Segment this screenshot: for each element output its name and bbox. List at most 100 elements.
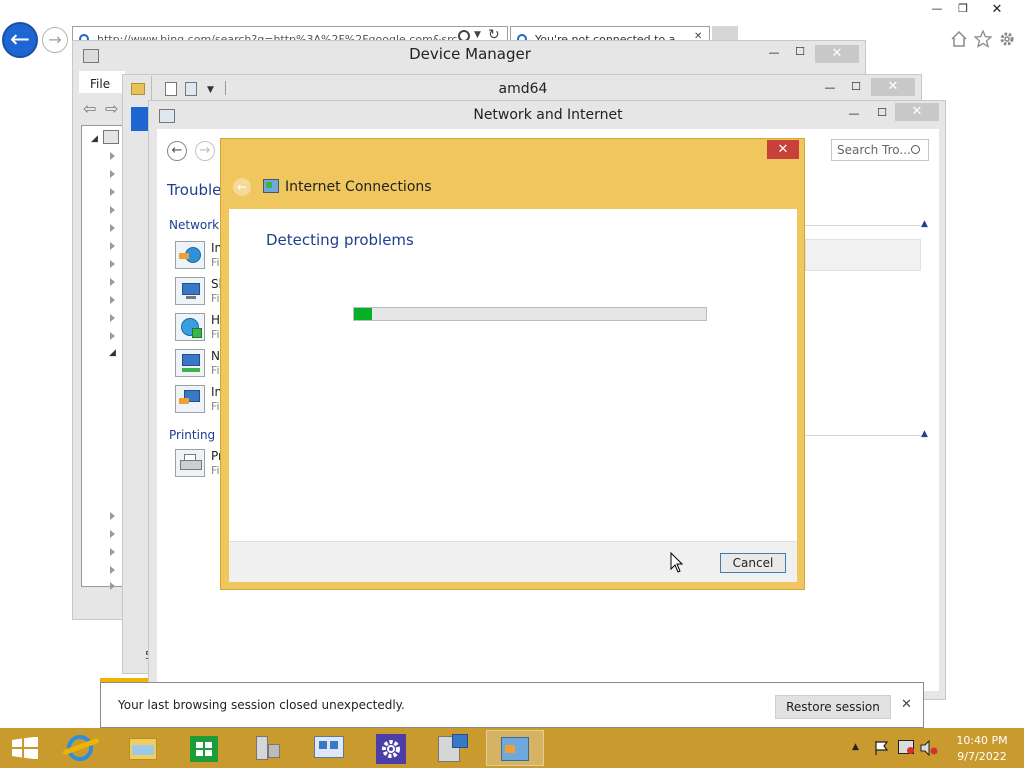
network-status-icon[interactable] (898, 740, 914, 754)
troubleshooter-dialog: ✕ ← Internet Connections Detecting probl… (220, 138, 805, 590)
tree-expand-icon[interactable] (110, 206, 115, 214)
menu-file[interactable]: File (90, 77, 110, 91)
home-icon[interactable] (950, 30, 968, 48)
section-divider (805, 435, 921, 436)
back-arrow-icon: ← (9, 25, 31, 53)
clock-time[interactable]: 10:40 PM (950, 734, 1014, 747)
dialog-back-button[interactable]: ← (233, 178, 251, 196)
minimize-button[interactable]: — (823, 81, 837, 94)
tree-expand-icon[interactable] (110, 278, 115, 286)
taskbar-device-manager-button[interactable] (238, 730, 296, 766)
tree-expand-icon[interactable] (110, 152, 115, 160)
item-subtitle: Fi (211, 292, 220, 305)
minimize-button[interactable]: — (847, 107, 861, 120)
taskbar-store-button[interactable] (176, 730, 234, 766)
network-adapter-icon (175, 349, 205, 377)
collapse-icon[interactable]: ▲ (921, 429, 928, 439)
forward-button[interactable]: → (42, 27, 68, 53)
dialog-content: Detecting problems Cancel (229, 209, 797, 582)
search-placeholder: Search Tro... (837, 143, 911, 157)
section-network: Network (169, 218, 220, 232)
item-subtitle: Fi (211, 256, 220, 269)
internet-connections-icon (175, 241, 205, 269)
dialog-footer: Cancel (229, 541, 797, 582)
dialog-close-button[interactable]: ✕ (767, 140, 799, 159)
back-button[interactable]: ← (2, 22, 38, 58)
search-box[interactable]: Search Tro... (831, 139, 929, 161)
taskbar-network-button[interactable] (300, 730, 358, 766)
tree-expand-icon[interactable] (110, 512, 115, 520)
item-title: N (211, 349, 220, 363)
window-title: Device Manager (409, 45, 531, 63)
minimize-button[interactable]: — (767, 46, 781, 59)
item-title: H (211, 313, 221, 327)
tree-expand-icon[interactable] (110, 548, 115, 556)
tree-expanded-icon[interactable]: ◢ (109, 348, 116, 358)
back-arrow-icon[interactable]: ⇦ (83, 99, 96, 118)
taskbar: ▲ 10:40 PM 9/7/2022 (0, 728, 1024, 768)
clock-date[interactable]: 9/7/2022 (950, 750, 1014, 763)
back-button[interactable]: ← (167, 141, 187, 161)
restore-session-button[interactable]: Restore session (775, 695, 891, 719)
tree-expand-icon[interactable] (110, 170, 115, 178)
tree-expand-icon[interactable] (110, 188, 115, 196)
tree-expand-icon[interactable] (110, 566, 115, 574)
taskbar-settings-button[interactable] (362, 730, 420, 766)
volume-muted-icon[interactable] (920, 740, 938, 756)
cancel-button[interactable]: Cancel (720, 553, 786, 573)
close-button[interactable]: ✕ (815, 45, 859, 63)
taskbar-ie-button[interactable] (52, 730, 110, 766)
ribbon-file-tab[interactable] (131, 107, 149, 131)
tray-overflow-icon[interactable]: ▲ (852, 742, 859, 752)
gear-icon (382, 740, 400, 758)
incoming-connections-icon (175, 385, 205, 413)
notification-message: Your last browsing session closed unexpe… (118, 698, 405, 712)
tree-expand-icon[interactable] (110, 296, 115, 304)
item-subtitle: Fi (211, 464, 220, 477)
collapse-icon[interactable]: ▲ (921, 219, 928, 229)
progress-fill (354, 308, 372, 320)
taskbar-troubleshooter-button[interactable] (486, 730, 544, 766)
shared-folders-icon (175, 277, 205, 305)
search-icon[interactable] (911, 145, 920, 154)
taskbar-explorer-button[interactable] (114, 730, 172, 766)
item-subtitle: Fi (211, 328, 220, 341)
maximize-button[interactable]: ☐ (849, 80, 863, 93)
maximize-button[interactable]: ☐ (875, 106, 889, 119)
start-windows-icon[interactable] (12, 737, 38, 759)
window-title: Network and Internet (473, 107, 623, 123)
notification-close-button[interactable]: ✕ (901, 697, 912, 712)
dialog-message: Detecting problems (266, 231, 414, 249)
tree-expand-icon[interactable] (110, 332, 115, 340)
forward-arrow-icon: → (48, 30, 62, 49)
window-title: amd64 (498, 81, 548, 97)
maximize-button[interactable]: ☐ (793, 45, 807, 58)
section-divider (805, 225, 921, 226)
forward-arrow-icon[interactable]: ⇨ (105, 99, 118, 118)
minimize-button[interactable]: — (928, 2, 946, 15)
close-button[interactable]: ✕ (871, 78, 915, 96)
tree-expand-icon[interactable] (110, 530, 115, 538)
tree-expanded-icon[interactable]: ◢ (91, 134, 98, 144)
tree-expand-icon[interactable] (110, 224, 115, 232)
internet-connections-icon (263, 179, 279, 193)
item-subtitle: Fi (211, 364, 220, 377)
taskbar-install-button[interactable] (424, 730, 482, 766)
item-subtitle: Fi (211, 400, 220, 413)
close-button[interactable]: ✕ (986, 2, 1008, 17)
tree-expand-icon[interactable] (110, 260, 115, 268)
close-button[interactable]: ✕ (895, 103, 939, 121)
dropdown-icon[interactable]: ▼ (474, 30, 481, 40)
section-printing: Printing (169, 428, 216, 442)
tree-expand-icon[interactable] (110, 314, 115, 322)
gear-icon[interactable] (998, 30, 1016, 48)
tree-expand-icon[interactable] (110, 242, 115, 250)
homegroup-icon (175, 313, 205, 341)
computer-icon (103, 130, 119, 144)
action-center-flag-icon[interactable] (874, 740, 890, 756)
selected-item-highlight (805, 239, 921, 271)
star-icon[interactable] (974, 30, 992, 48)
forward-button[interactable]: → (195, 141, 215, 161)
restore-button[interactable]: ❐ (954, 2, 972, 15)
tree-expand-icon[interactable] (110, 582, 115, 590)
